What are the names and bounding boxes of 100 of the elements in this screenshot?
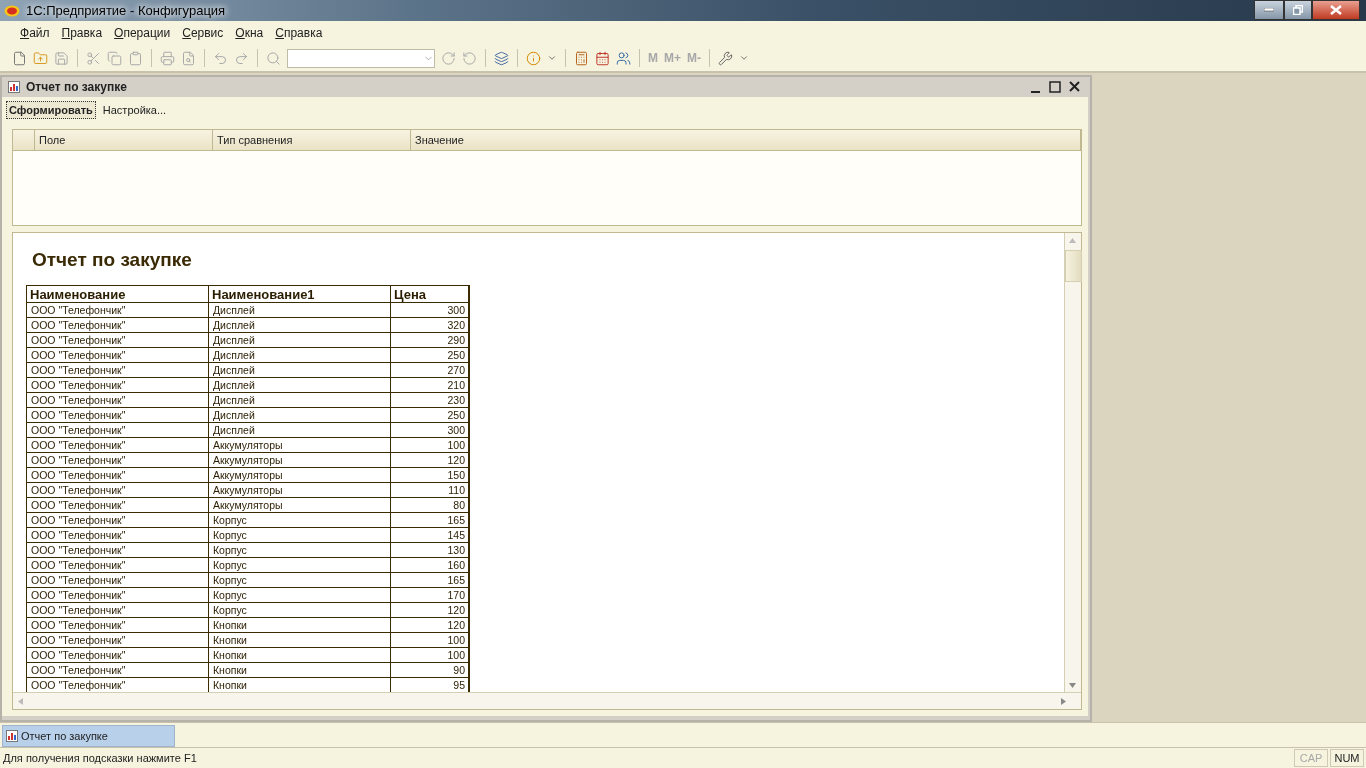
table-cell: Кнопки [209,618,391,633]
document-window-title: Отчет по закупке [26,80,127,94]
table-cell: 300 [391,303,469,318]
dropdown-caret-icon[interactable] [547,53,557,63]
table-cell: Корпус [209,603,391,618]
table-cell: ООО "Телефончик" [27,543,209,558]
app-logo-icon [4,4,20,17]
table-header: Наименование [27,286,209,303]
table-cell: 80 [391,498,469,513]
table-cell: ООО "Телефончик" [27,483,209,498]
undo-icon[interactable] [213,50,228,66]
find-previous-icon[interactable] [462,50,477,66]
table-cell: 90 [391,663,469,678]
table-cell: 170 [391,588,469,603]
menu-item[interactable]: Файл [14,26,56,40]
table-cell: 110 [391,483,469,498]
horizontal-scrollbar[interactable] [13,692,1081,709]
new-file-icon[interactable] [12,50,27,66]
table-cell: 145 [391,528,469,543]
print-preview-icon[interactable] [181,50,196,66]
table-cell: ООО "Телефончик" [27,633,209,648]
search-icon[interactable] [266,50,281,66]
report-icon [8,81,20,93]
column-header[interactable]: Тип сравнения [213,130,411,150]
table-cell: ООО "Телефончик" [27,378,209,393]
table-cell: Аккумуляторы [209,438,391,453]
tools-icon[interactable] [718,50,733,66]
menu-item[interactable]: Окна [229,26,270,40]
column-header[interactable]: Поле [35,130,213,150]
table-cell: Дисплей [209,423,391,438]
maximize-icon[interactable] [1049,81,1061,93]
table-cell: Дисплей [209,303,391,318]
table-cell: Дисплей [209,348,391,363]
table-cell: ООО "Телефончик" [27,318,209,333]
table-cell: ООО "Телефончик" [27,468,209,483]
table-cell: 120 [391,603,469,618]
paste-icon[interactable] [128,50,143,66]
table-cell: 160 [391,558,469,573]
table-cell: ООО "Телефончик" [27,303,209,318]
table-cell: 165 [391,513,469,528]
close-button[interactable] [1312,0,1360,20]
cut-icon[interactable] [86,50,101,66]
table-cell: Аккумуляторы [209,498,391,513]
window-tab[interactable]: Отчет по закупке [2,725,175,747]
table-cell: ООО "Телефончик" [27,438,209,453]
table-cell: ООО "Телефончик" [27,513,209,528]
table-cell: Дисплей [209,408,391,423]
windows-icon[interactable] [494,50,509,66]
table-cell: 320 [391,318,469,333]
table-cell: Аккумуляторы [209,468,391,483]
table-cell: ООО "Телефончик" [27,603,209,618]
menu-item[interactable]: Сервис [176,26,230,40]
table-cell: Аккумуляторы [209,483,391,498]
report-icon [6,730,18,742]
table-cell: ООО "Телефончик" [27,498,209,513]
table-cell: ООО "Телефончик" [27,663,209,678]
open-folder-icon[interactable] [33,50,48,66]
table-cell: 100 [391,438,469,453]
restore-button[interactable] [1284,0,1312,20]
keyboard-indicator: NUM [1330,749,1364,767]
copy-icon[interactable] [107,50,122,66]
table-cell: Кнопки [209,648,391,663]
table-cell: ООО "Телефончик" [27,408,209,423]
table-cell: 130 [391,543,469,558]
dropdown-caret-icon[interactable] [739,53,749,63]
save-icon[interactable] [54,50,69,66]
calendar-icon[interactable] [595,50,610,66]
print-icon[interactable] [160,50,175,66]
command-button[interactable]: Сформировать [6,101,96,119]
table-cell: ООО "Телефончик" [27,453,209,468]
column-header[interactable]: Значение [411,130,1081,150]
users-icon[interactable] [616,50,631,66]
menu-item[interactable]: Правка [55,26,109,40]
menu-item[interactable]: Справка [269,26,329,40]
table-cell: Аккумуляторы [209,453,391,468]
menu-item[interactable]: Операции [108,26,177,40]
calculator-icon[interactable] [574,50,589,66]
restore-icon [1293,5,1303,15]
vertical-scrollbar[interactable] [1064,233,1081,692]
table-cell: Корпус [209,573,391,588]
info-icon[interactable] [526,50,541,66]
table-header: Наименование1 [209,286,391,303]
command-button[interactable]: Настройка... [99,101,170,119]
table-cell: 270 [391,363,469,378]
table-cell: Корпус [209,558,391,573]
table-cell: 120 [391,618,469,633]
minimize-button[interactable] [1254,0,1284,20]
table-cell: Дисплей [209,393,391,408]
report-title: Отчет по закупке [32,249,193,271]
redo-icon[interactable] [234,50,249,66]
table-cell: Кнопки [209,633,391,648]
table-cell: 300 [391,423,469,438]
close-icon [1330,5,1342,15]
table-header: Цена [391,286,469,303]
find-next-icon[interactable] [441,50,456,66]
scroll-thumb[interactable] [1065,250,1082,282]
close-icon[interactable] [1069,81,1080,92]
table-cell: 210 [391,378,469,393]
search-field[interactable] [287,48,435,68]
table-cell: ООО "Телефончик" [27,333,209,348]
